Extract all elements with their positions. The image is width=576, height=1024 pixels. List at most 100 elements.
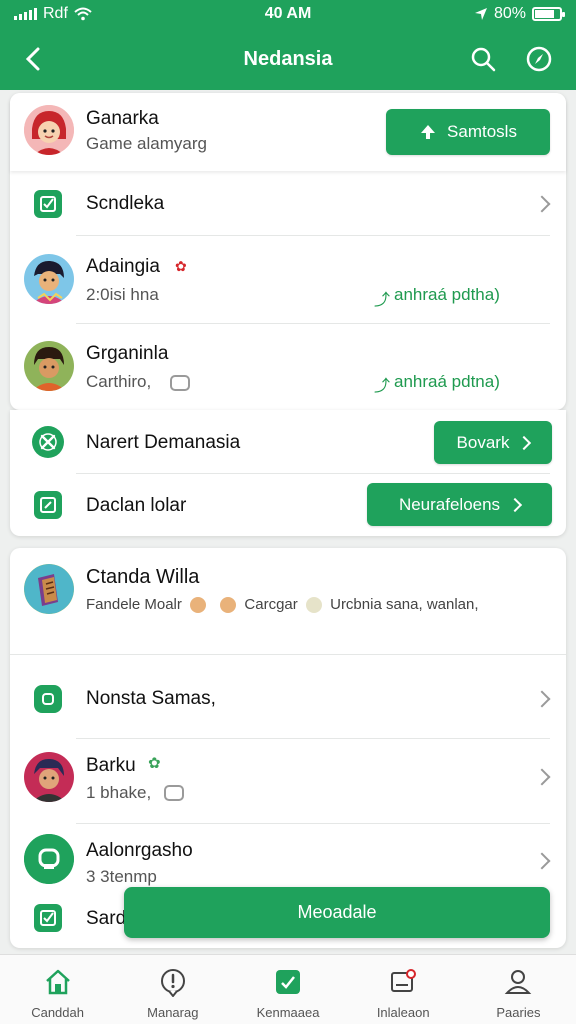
alert-icon: [156, 965, 190, 999]
primary-action-label: Meoadale: [297, 902, 377, 922]
compass-icon: [526, 46, 552, 72]
emoji-icon: [190, 597, 207, 614]
chevron-right-icon: [533, 195, 551, 213]
chevron-right-icon: [517, 435, 532, 450]
battery-percent: 80%: [493, 5, 526, 22]
menu-item-label: Scndleka: [86, 193, 165, 214]
primary-action-button[interactable]: Meoadale: [124, 887, 550, 938]
tools-icon: [32, 426, 64, 458]
chat-icon: [170, 375, 190, 391]
signal-icon: [14, 8, 37, 20]
tab-label: Manarag: [147, 1005, 199, 1020]
battery-level: [535, 10, 555, 18]
button-label: Neurafeloens: [398, 494, 501, 514]
tab-alerts[interactable]: Manarag: [115, 955, 230, 1024]
featured-row[interactable]: Ctanda Willa Fandele Moalr Carcgar Urcbn…: [10, 548, 566, 654]
home-icon: [41, 965, 75, 999]
contact-subtitle: 1 bhake,: [86, 783, 152, 802]
search-button[interactable]: [468, 44, 498, 74]
contact-action-link[interactable]: anhraá pdtna): [394, 372, 500, 392]
avatar: [24, 254, 74, 304]
contact-name: Adaingia: [86, 256, 160, 277]
checkbox-icon: [34, 904, 62, 932]
tab-inbox[interactable]: Inlaleaon: [346, 955, 461, 1024]
profile-row[interactable]: Ganarka Game alamyarg Samtosls: [10, 93, 566, 171]
action-row[interactable]: Daclan lolar Neurafeloens: [10, 474, 566, 536]
contact-subtitle: Carthiro,: [86, 372, 152, 391]
profile-action-label: Samtosls: [447, 122, 517, 141]
menu-item-label: Nonsta Samas,: [86, 688, 216, 709]
compass-button[interactable]: [524, 44, 554, 74]
tab-home[interactable]: Canddah: [0, 955, 115, 1024]
wifi-icon: [74, 7, 92, 21]
contact-name: Grganinla: [86, 343, 169, 364]
tab-label: Canddah: [31, 1005, 84, 1020]
contact-row[interactable]: Barku ✿ 1 bhake,: [10, 739, 566, 823]
chevron-left-icon: [25, 47, 40, 71]
page-title: Nedansia: [243, 47, 333, 70]
avatar: [24, 564, 74, 614]
contact-subtitle: 3 3tenmp: [86, 867, 157, 886]
chevron-right-icon: [533, 852, 551, 870]
featured-name: Ctanda Willa: [86, 566, 200, 588]
contacts-card: Ganarka Game alamyarg Samtosls Scndleka: [10, 93, 566, 410]
inbox-icon: [386, 965, 420, 999]
status-bar: Rdf 40 AM 80%: [0, 0, 576, 28]
chevron-right-icon: [533, 690, 551, 708]
emoji-icon: [220, 597, 237, 614]
tab-label: Kenmaaea: [256, 1005, 320, 1020]
refresh-icon: ⤴: [374, 292, 391, 309]
battery-icon: [532, 7, 565, 21]
search-icon: [471, 47, 496, 72]
shield-icon: [34, 685, 62, 713]
detail-text: Urcbnia sana, wanlan,: [330, 596, 479, 613]
checkbox-icon: [34, 190, 62, 218]
action-label: Daclan lolar: [86, 495, 187, 516]
contact-row[interactable]: Grganinla Carthiro, ⤴ anhraá pdtna): [10, 324, 566, 410]
actions-card: Narert Demanasia Bovark Daclan lolar Neu…: [10, 410, 566, 536]
button-label: Bovark: [456, 432, 510, 452]
bovark-button[interactable]: Bovark: [434, 421, 552, 464]
neurafeloens-button[interactable]: Neurafeloens: [367, 483, 552, 526]
bottom-tab-bar: Canddah Manarag Kenmaaea Inlaleaon Paari…: [0, 954, 576, 1024]
chat-check-icon: [271, 965, 305, 999]
contact-row[interactable]: Adaingia ✿ 2:0isi hna ⤴ anhraá pdtha): [10, 236, 566, 323]
tab-label: Paaries: [496, 1005, 541, 1020]
tab-tasks[interactable]: Kenmaaea: [230, 955, 345, 1024]
contact-name: Aalonrgasho: [86, 840, 193, 861]
back-button[interactable]: [18, 44, 48, 74]
edit-icon: [34, 491, 62, 519]
user-icon: [501, 965, 535, 999]
divider: [10, 654, 566, 655]
contact-action-link[interactable]: anhraá pdtha): [394, 285, 500, 305]
refresh-icon: ⤴: [374, 378, 391, 395]
contact-subtitle: 2:0isi hna: [86, 285, 159, 304]
menu-item-scndleka[interactable]: Scndleka: [10, 173, 566, 235]
carrier-label: Rdf: [43, 5, 68, 22]
flower-icon: ✿: [148, 755, 161, 772]
detail-text: Carcgar: [244, 596, 298, 613]
location-icon: [474, 8, 487, 20]
featured-details: Fandele Moalr Carcgar Urcbnia sana, wanl…: [86, 596, 479, 614]
arrow-up-icon: [421, 125, 436, 139]
tab-profile[interactable]: Paaries: [461, 955, 576, 1024]
app-bar: Nedansia: [0, 28, 576, 90]
profile-action-button[interactable]: Samtosls: [386, 109, 550, 155]
emoji-icon: [305, 597, 322, 614]
tab-label: Inlaleaon: [376, 1005, 430, 1020]
action-label: Narert Demanasia: [86, 432, 241, 453]
menu-item-label: Sard: [86, 908, 127, 929]
avatar: [24, 752, 74, 802]
action-row[interactable]: Narert Demanasia Bovark: [10, 410, 566, 473]
contact-name: Barku: [86, 755, 136, 776]
profile-subtitle: Game alamyarg: [86, 134, 207, 153]
menu-item-nonsta[interactable]: Nonsta Samas,: [10, 660, 566, 738]
chevron-right-icon: [507, 497, 523, 512]
chat-icon: [164, 785, 184, 801]
avatar: [24, 105, 74, 155]
avatar: [24, 834, 74, 884]
status-badge-icon: ✿: [175, 258, 187, 274]
contact-row[interactable]: Aalonrgasho 3 3tenmp: [10, 824, 566, 894]
chevron-right-icon: [533, 768, 551, 786]
avatar: [24, 341, 74, 391]
